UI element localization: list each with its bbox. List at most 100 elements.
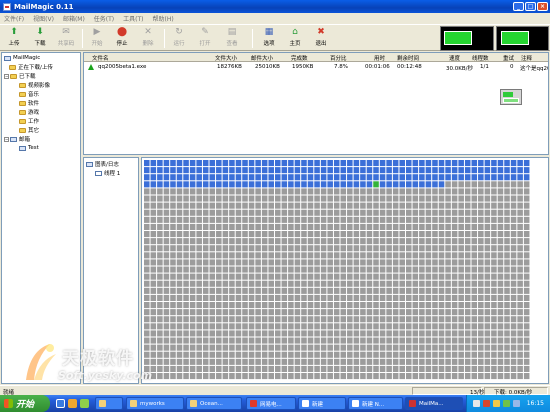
block-pending [176, 259, 183, 266]
block-done [170, 167, 176, 174]
block-done [333, 181, 340, 188]
taskbar-button-netease[interactable]: 网易电... [246, 397, 296, 410]
quicklaunch-desktop-icon[interactable] [56, 399, 65, 408]
block-pending [157, 252, 163, 259]
col-filename[interactable]: 文件名 [92, 54, 109, 62]
block-pending [294, 351, 301, 358]
tree-item-games[interactable]: 游戏 [19, 108, 39, 116]
taskbar-button-mailmagic[interactable]: MailMa... [405, 397, 463, 410]
block-pending [478, 330, 484, 337]
col-mailsize[interactable]: 邮件大小 [251, 54, 273, 62]
col-done[interactable]: 完成数 [291, 54, 308, 62]
block-pending [150, 294, 157, 301]
col-note[interactable]: 注释 [521, 54, 532, 62]
delete-button[interactable]: ✕ 删除 [137, 27, 159, 49]
tree-item-video[interactable]: 视频影像 [19, 81, 50, 89]
block-pending [406, 188, 412, 195]
tree-item-downloading[interactable]: 正在下载/上传 [9, 63, 53, 71]
exit-button[interactable]: ✖ 退出 [310, 27, 332, 49]
stop-button[interactable]: ⬤ 停止 [111, 27, 133, 49]
block-pending [301, 259, 307, 266]
run-button[interactable]: ↻ 运行 [168, 27, 190, 49]
block-pending [157, 188, 163, 195]
tree-item-test[interactable]: Test [19, 144, 39, 152]
block-done [458, 167, 464, 174]
tray-volume-icon[interactable] [493, 400, 500, 407]
quicklaunch-ie-icon[interactable] [68, 399, 77, 408]
col-elapsed[interactable]: 用时 [374, 54, 385, 62]
download-button[interactable]: ⬇ 下载 [29, 27, 51, 49]
tray-network-icon[interactable] [473, 400, 480, 407]
menu-tools[interactable]: 工具(T) [123, 14, 143, 23]
block-pending [406, 309, 412, 316]
col-speed[interactable]: 速度 [449, 54, 460, 62]
taskbar-button-myworks[interactable]: myworks [126, 397, 184, 410]
tree-item-software[interactable]: 软件 [19, 99, 39, 107]
start-button[interactable]: ▶ 开始 [86, 27, 108, 49]
block-pending [504, 344, 510, 351]
close-button[interactable]: × [537, 2, 548, 11]
view-button[interactable]: ▤ 查看 [221, 27, 243, 49]
menu-view[interactable]: 视图(V) [33, 14, 54, 23]
tray-app-icon[interactable] [483, 400, 490, 407]
block-done [150, 167, 157, 174]
col-remaining[interactable]: 剩余时间 [397, 54, 419, 62]
block-done [202, 174, 209, 181]
tree-item-mailbox[interactable]: − 邮箱 [4, 135, 30, 143]
thread-item[interactable]: 线程 1 [95, 169, 120, 177]
block-pending [451, 273, 458, 280]
collapse-icon[interactable]: − [4, 136, 9, 142]
tray-antivirus-icon[interactable] [503, 400, 510, 407]
block-pending [340, 231, 347, 238]
upload-button[interactable]: ⬆ 上传 [3, 27, 25, 49]
chart-log-root[interactable]: 图表/日志 [86, 160, 119, 168]
block-pending [517, 273, 523, 280]
block-pending [333, 195, 340, 202]
block-pending [366, 209, 373, 216]
block-pending [314, 202, 320, 209]
start-button[interactable]: 开始 [0, 395, 50, 412]
tree-item-downloaded[interactable]: − 已下载 [4, 72, 36, 80]
collapse-icon[interactable]: − [4, 73, 9, 79]
block-done [242, 174, 248, 181]
block-pending [386, 358, 392, 365]
open-button[interactable]: ✎ 打开 [194, 27, 216, 49]
block-pending [458, 216, 464, 223]
block-pending [209, 280, 216, 287]
options-button[interactable]: ▦ 选项 [258, 27, 280, 49]
block-pending [261, 188, 268, 195]
task-row[interactable]: qq2005beta1.exe 18276KB 25010KB 1950KB 7… [84, 63, 548, 72]
block-pending [379, 351, 386, 358]
menu-mailbox[interactable]: 邮箱(M) [63, 14, 85, 23]
col-threads[interactable]: 线程数 [472, 54, 489, 62]
block-pending [412, 316, 419, 323]
tree-item-work[interactable]: 工作 [19, 117, 39, 125]
tree-item-music[interactable]: 音乐 [19, 90, 39, 98]
block-done [261, 181, 268, 188]
col-filesize[interactable]: 文件大小 [215, 54, 237, 62]
block-pending [268, 245, 274, 252]
menu-help[interactable]: 帮助(H) [153, 14, 174, 23]
menu-task[interactable]: 任务(T) [94, 14, 114, 23]
block-done [425, 174, 432, 181]
tray-ime-icon[interactable] [513, 400, 520, 407]
taskbar-button-ocean[interactable]: Ocean... [186, 397, 242, 410]
tree-root[interactable]: MailMagic [4, 54, 40, 62]
block-pending [386, 287, 392, 294]
quicklaunch-media-icon[interactable] [80, 399, 89, 408]
taskbar-button-1[interactable] [95, 397, 123, 410]
col-percent[interactable]: 百分比 [330, 54, 347, 62]
title-bar[interactable]: MailMagic 0.11 _ □ × [0, 0, 550, 13]
taskbar-button-new-n[interactable]: 新建 N... [348, 397, 403, 410]
block-pending [222, 337, 229, 344]
col-retry[interactable]: 重试 [503, 54, 514, 62]
taskbar-button-new[interactable]: 新建 [298, 397, 346, 410]
block-done [451, 174, 458, 181]
tree-item-other[interactable]: 其它 [19, 126, 39, 134]
maximize-button[interactable]: □ [525, 2, 536, 11]
block-done [340, 174, 347, 181]
minimize-button[interactable]: _ [513, 2, 524, 11]
share-code-button[interactable]: ✉ 共享码 [55, 27, 77, 49]
home-button[interactable]: ⌂ 主页 [284, 27, 306, 49]
menu-file[interactable]: 文件(F) [4, 14, 24, 23]
